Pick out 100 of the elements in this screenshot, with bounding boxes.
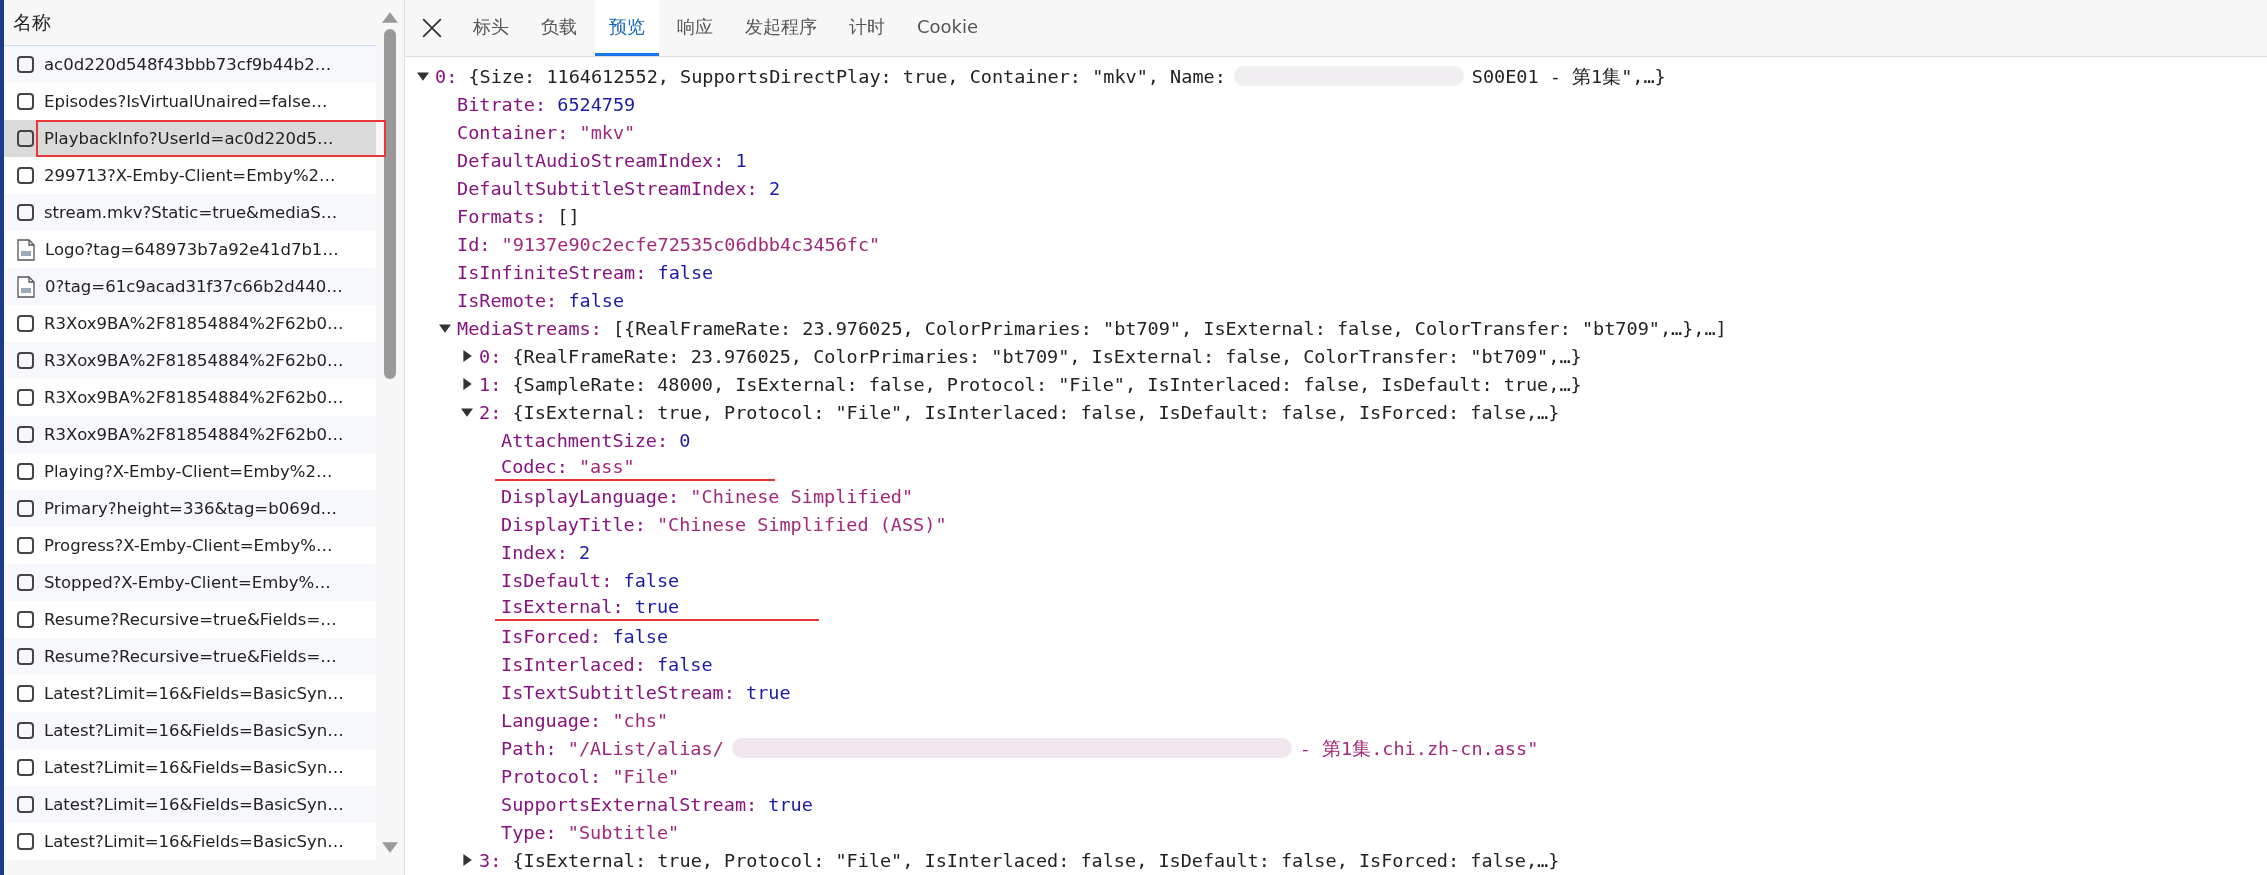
- property-line: Formats: []: [457, 205, 580, 227]
- expand-arrow-icon[interactable]: [461, 854, 473, 866]
- request-name: Latest?Limit=16&Fields=BasicSyn…: [44, 832, 344, 851]
- request-name: Progress?X-Emby-Client=Emby%…: [44, 536, 333, 555]
- request-name: Primary?height=336&tag=b069d…: [44, 499, 338, 518]
- property-line: Protocol: "File": [501, 765, 680, 787]
- property-line: SupportsExternalStream: true: [501, 793, 813, 815]
- property-line: DisplayLanguage: "Chinese Simplified": [501, 485, 914, 507]
- tree-node-summary[interactable]: MediaStreams: [{RealFrameRate: 23.976025, ColorPrimaries: "bt709", IsExternal: false, ColorTransfer: "bt709",…},…]: [457, 317, 1727, 339]
- property-line: Container: "mkv": [457, 121, 636, 143]
- request-row[interactable]: ac0d220d548f43bbb73cf9b44b2…: [4, 46, 376, 83]
- document-icon: [17, 796, 34, 813]
- document-icon: [17, 722, 34, 739]
- tab[interactable]: 发起程序: [731, 0, 831, 56]
- request-name: Resume?Recursive=true&Fields=…: [44, 610, 337, 629]
- tab[interactable]: 预览: [595, 0, 659, 56]
- request-row[interactable]: Latest?Limit=16&Fields=BasicSyn…: [4, 786, 376, 823]
- document-icon: [17, 167, 34, 184]
- request-row[interactable]: R3Xox9BA%2F81854884%2F62b0…: [4, 342, 376, 379]
- column-header[interactable]: 名称: [13, 9, 51, 36]
- image-file-icon: [17, 238, 35, 261]
- property-line: DefaultSubtitleStreamIndex: 2: [457, 177, 780, 199]
- property-value-end: - 第1集.chi.zh-cn.ass": [1299, 736, 1539, 761]
- request-row[interactable]: Latest?Limit=16&Fields=BasicSyn…: [4, 712, 376, 749]
- document-icon: [17, 93, 34, 110]
- request-name: Episodes?IsVirtualUnaired=false…: [44, 92, 328, 111]
- tree-node-summary[interactable]: 3: {IsExternal: true, Protocol: "File", IsInterlaced: false, IsDefault: false, IsForced: false,…}: [479, 849, 1560, 871]
- property-line: Codec: "ass": [495, 455, 775, 481]
- request-name: R3Xox9BA%2F81854884%2F62b0…: [44, 425, 344, 444]
- expand-arrow-icon[interactable]: [461, 350, 473, 362]
- document-icon: [17, 759, 34, 776]
- property-line: Language: "chs": [501, 709, 669, 731]
- request-row[interactable]: Primary?height=336&tag=b069d…: [4, 490, 376, 527]
- request-name: Latest?Limit=16&Fields=BasicSyn…: [44, 721, 344, 740]
- tab[interactable]: 负载: [527, 0, 591, 56]
- property-line: IsExternal: true: [495, 595, 820, 621]
- property-line: Index: 2: [501, 541, 591, 563]
- expand-arrow-icon[interactable]: [461, 378, 473, 390]
- property-line: Bitrate: 6524759: [457, 93, 636, 115]
- tab[interactable]: Cookie: [903, 0, 993, 56]
- document-icon: [17, 130, 34, 147]
- property-line: DisplayTitle: "Chinese Simplified (ASS)": [501, 513, 947, 535]
- request-name: stream.mkv?Static=true&mediaS…: [44, 203, 338, 222]
- request-name: Latest?Limit=16&Fields=BasicSyn…: [44, 758, 344, 777]
- property-line: IsInfiniteStream: false: [457, 261, 714, 283]
- document-icon: [17, 833, 34, 850]
- request-name: PlaybackInfo?UserId=ac0d220d5…: [44, 129, 334, 148]
- request-name: Stopped?X-Emby-Client=Emby%…: [44, 573, 331, 592]
- property-line: AttachmentSize: 0: [501, 429, 691, 451]
- scroll-up-icon[interactable]: [382, 12, 398, 23]
- property-line: IsDefault: false: [501, 569, 680, 591]
- collapse-arrow-icon[interactable]: [417, 70, 429, 82]
- property-line: IsInterlaced: false: [501, 653, 713, 675]
- property-line: IsForced: false: [501, 625, 669, 647]
- request-name: Logo?tag=648973b7a92e41d7b1…: [45, 240, 339, 259]
- property-line: Id: "9137e90c2ecfe72535c06dbb4c3456fc": [457, 233, 881, 255]
- scrollbar-thumb[interactable]: [384, 29, 396, 379]
- request-row[interactable]: Resume?Recursive=true&Fields=…: [4, 638, 376, 675]
- property-line: IsRemote: false: [457, 289, 625, 311]
- document-icon: [17, 500, 34, 517]
- document-icon: [17, 426, 34, 443]
- request-name: R3Xox9BA%2F81854884%2F62b0…: [44, 314, 344, 333]
- request-name: ac0d220d548f43bbb73cf9b44b2…: [44, 55, 332, 74]
- property-line: Path: "/AList/alias/: [501, 737, 724, 759]
- collapse-arrow-icon[interactable]: [461, 406, 473, 418]
- close-icon[interactable]: [421, 17, 443, 39]
- tab[interactable]: 计时: [835, 0, 899, 56]
- property-line: IsTextSubtitleStream: true: [501, 681, 791, 703]
- request-row[interactable]: stream.mkv?Static=true&mediaS…: [4, 194, 376, 231]
- request-name: Resume?Recursive=true&Fields=…: [44, 647, 337, 666]
- request-row[interactable]: R3Xox9BA%2F81854884%2F62b0…: [4, 416, 376, 453]
- image-file-icon: [17, 275, 35, 298]
- tree-node-summary[interactable]: 0: {RealFrameRate: 23.976025, ColorPrimaries: "bt709", IsExternal: false, ColorTransfer: "bt709",…}: [479, 345, 1582, 367]
- document-icon: [17, 537, 34, 554]
- tree-node-summary-end: S00E01 - 第1集",…}: [1471, 64, 1666, 89]
- document-icon: [17, 315, 34, 332]
- collapse-arrow-icon[interactable]: [439, 322, 451, 334]
- property-line: DefaultAudioStreamIndex: 1: [457, 149, 747, 171]
- document-icon: [17, 685, 34, 702]
- document-icon: [17, 648, 34, 665]
- tree-node-summary[interactable]: 2: {IsExternal: true, Protocol: "File", IsInterlaced: false, IsDefault: false, IsForced: false,…}: [479, 401, 1560, 423]
- tree-node-summary[interactable]: 0: {Size: 1164612552, SupportsDirectPlay: true, Container: "mkv", Name:: [435, 65, 1226, 87]
- tab[interactable]: 响应: [663, 0, 727, 56]
- request-row[interactable]: Stopped?X-Emby-Client=Emby%…: [4, 564, 376, 601]
- document-icon: [17, 56, 34, 73]
- request-name: Latest?Limit=16&Fields=BasicSyn…: [44, 684, 344, 703]
- tree-node-summary[interactable]: 1: {SampleRate: 48000, IsExternal: false, Protocol: "File", IsInterlaced: false, IsDefault: true,…}: [479, 373, 1582, 395]
- document-icon: [17, 463, 34, 480]
- request-name: Playing?X-Emby-Client=Emby%2…: [44, 462, 333, 481]
- request-name: 299713?X-Emby-Client=Emby%2…: [44, 166, 336, 185]
- request-name: Latest?Limit=16&Fields=BasicSyn…: [44, 795, 344, 814]
- document-icon: [17, 352, 34, 369]
- request-name: R3Xox9BA%2F81854884%2F62b0…: [44, 351, 344, 370]
- tab[interactable]: 标头: [459, 0, 523, 56]
- request-row[interactable]: 0?tag=61c9acad31f37c66b2d440…: [4, 268, 376, 305]
- property-line: Type: "Subtitle": [501, 821, 680, 843]
- scroll-down-icon[interactable]: [382, 842, 398, 853]
- document-icon: [17, 204, 34, 221]
- document-icon: [17, 389, 34, 406]
- request-name: R3Xox9BA%2F81854884%2F62b0…: [44, 388, 344, 407]
